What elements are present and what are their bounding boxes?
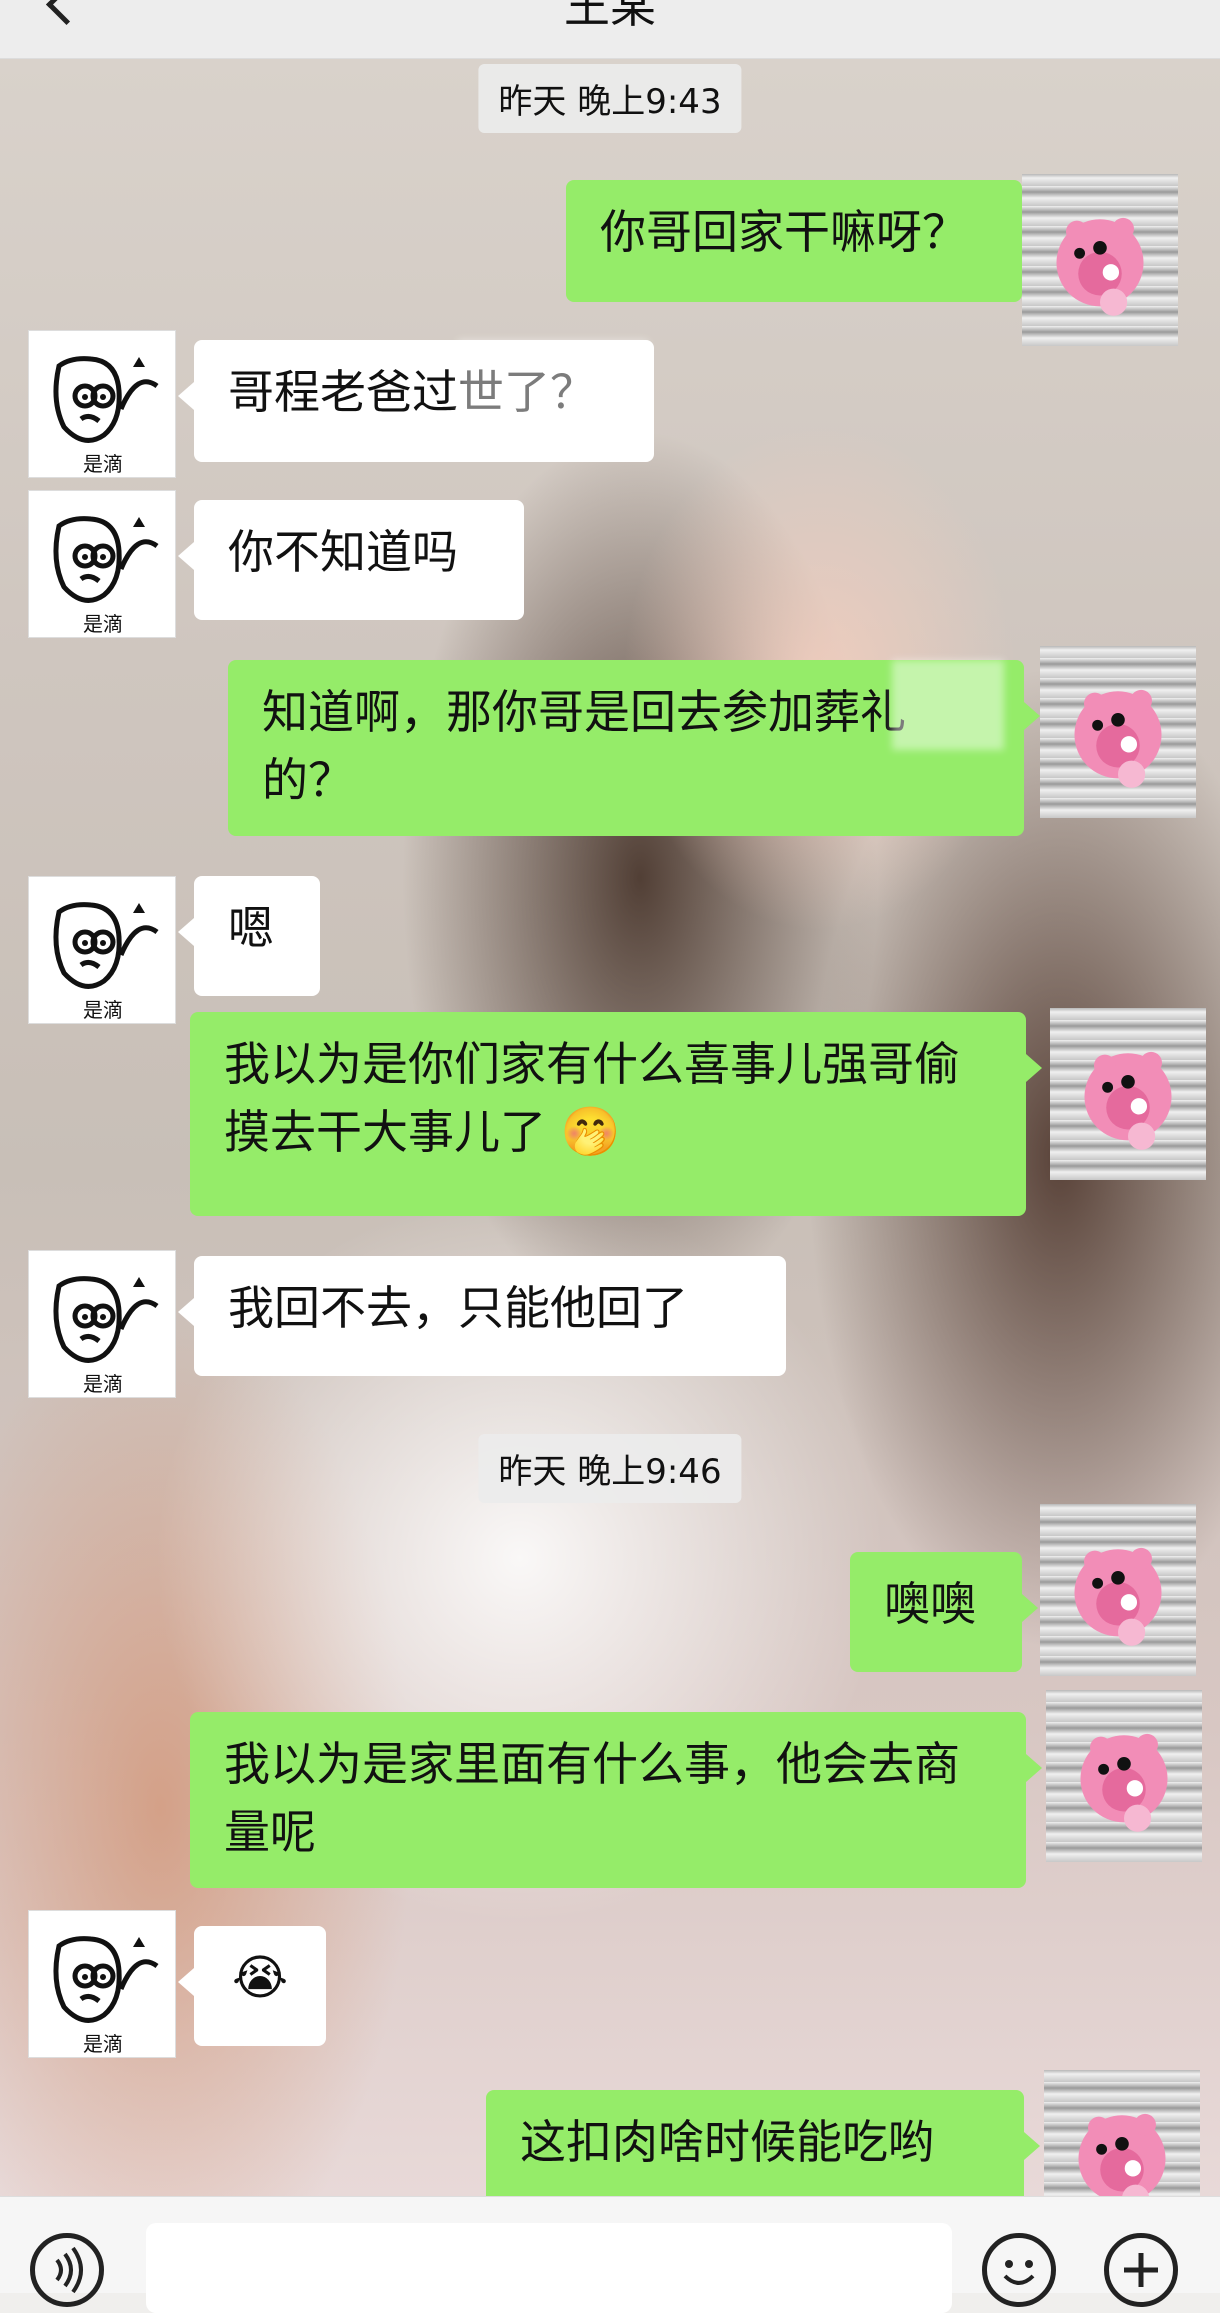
message-text: 噢噢 [884,1577,976,1631]
emoji-button[interactable] [982,2233,1056,2307]
message-text: 你哥回家干嘛呀？ [600,205,968,259]
message-text: 知道啊，那你哥是回去参加葬礼的？ [262,685,906,807]
message-bubble[interactable]: 我回不去，只能他回了 [178,1256,786,1376]
emoji: 😭 [231,1950,289,2006]
top-bar: 王某 [0,0,1220,59]
message-bubble[interactable]: 😭 [178,1926,326,2046]
self-avatar[interactable] [1046,1690,1202,1862]
avatar-label: 是滴 [83,998,123,1022]
input-bar [0,2196,1220,2313]
message-bubble[interactable]: 你不知道吗 [178,500,524,620]
avatar-label: 是滴 [83,452,123,476]
contact-avatar[interactable]: 是滴 [28,876,176,1024]
cartoon-avatar-icon: 是滴 [53,1936,159,2056]
message-bubble[interactable]: 噢噢 [850,1552,1038,1672]
contact-avatar[interactable]: 是滴 [28,490,176,638]
bear-icon [1080,1733,1168,1832]
avatar-label: 是滴 [83,2032,123,2056]
emoji: 🤭 [560,1104,621,1160]
timestamp: 昨天 晚上9:43 [478,64,742,133]
emoji-icon [1003,2260,1035,2285]
message-bubble[interactable]: 嗯 [178,876,320,996]
cartoon-avatar-icon: 是滴 [53,356,159,476]
self-avatar[interactable] [1040,646,1196,818]
contact-avatar[interactable]: 是滴 [28,1250,176,1398]
bear-icon [1084,1051,1172,1150]
chat-title: 王某 [564,0,656,33]
message-text: 这扣肉啥时候能吃哟 [520,2115,934,2169]
contact-avatar[interactable]: 是滴 [28,1910,176,2058]
blur-mask [458,340,648,450]
cartoon-avatar-icon: 是滴 [53,1276,159,1396]
voice-icon [55,2246,83,2294]
message-text: 你不知道吗 [228,525,458,579]
blur-mask [892,660,1004,750]
message-text: 我回不去，只能他回了 [228,1281,688,1335]
avatar-label: 是滴 [83,612,123,636]
timestamp: 昨天 晚上9:46 [478,1434,742,1503]
cartoon-avatar-icon: 是滴 [53,516,159,636]
message-bubble[interactable]: 这扣肉啥时候能吃哟 [486,2090,1040,2212]
self-avatar[interactable] [1040,1504,1196,1676]
contact-avatar[interactable]: 是滴 [28,330,176,478]
bear-icon [1074,689,1162,788]
message-input[interactable] [146,2223,952,2313]
self-avatar[interactable] [1022,174,1178,346]
message-bubble[interactable]: 我以为是家里面有什么事，他会去商量呢 [190,1712,1042,1888]
cartoon-avatar-icon: 是滴 [53,902,159,1022]
message-text: 嗯 [228,901,274,955]
self-avatar[interactable] [1050,1008,1206,1180]
bear-icon [1074,1547,1162,1646]
voice-button[interactable] [30,2233,104,2307]
bear-icon [1056,217,1144,316]
message-bubble[interactable]: 我以为是你们家有什么喜事儿强哥偷摸去干大事儿了 🤭 [190,1012,1042,1216]
avatar-label: 是滴 [83,1372,123,1396]
message-bubble[interactable]: 你哥回家干嘛呀？ [566,180,1038,302]
plus-button[interactable] [1104,2233,1178,2307]
message-text: 我以为是家里面有什么事，他会去商量呢 [224,1737,960,1859]
